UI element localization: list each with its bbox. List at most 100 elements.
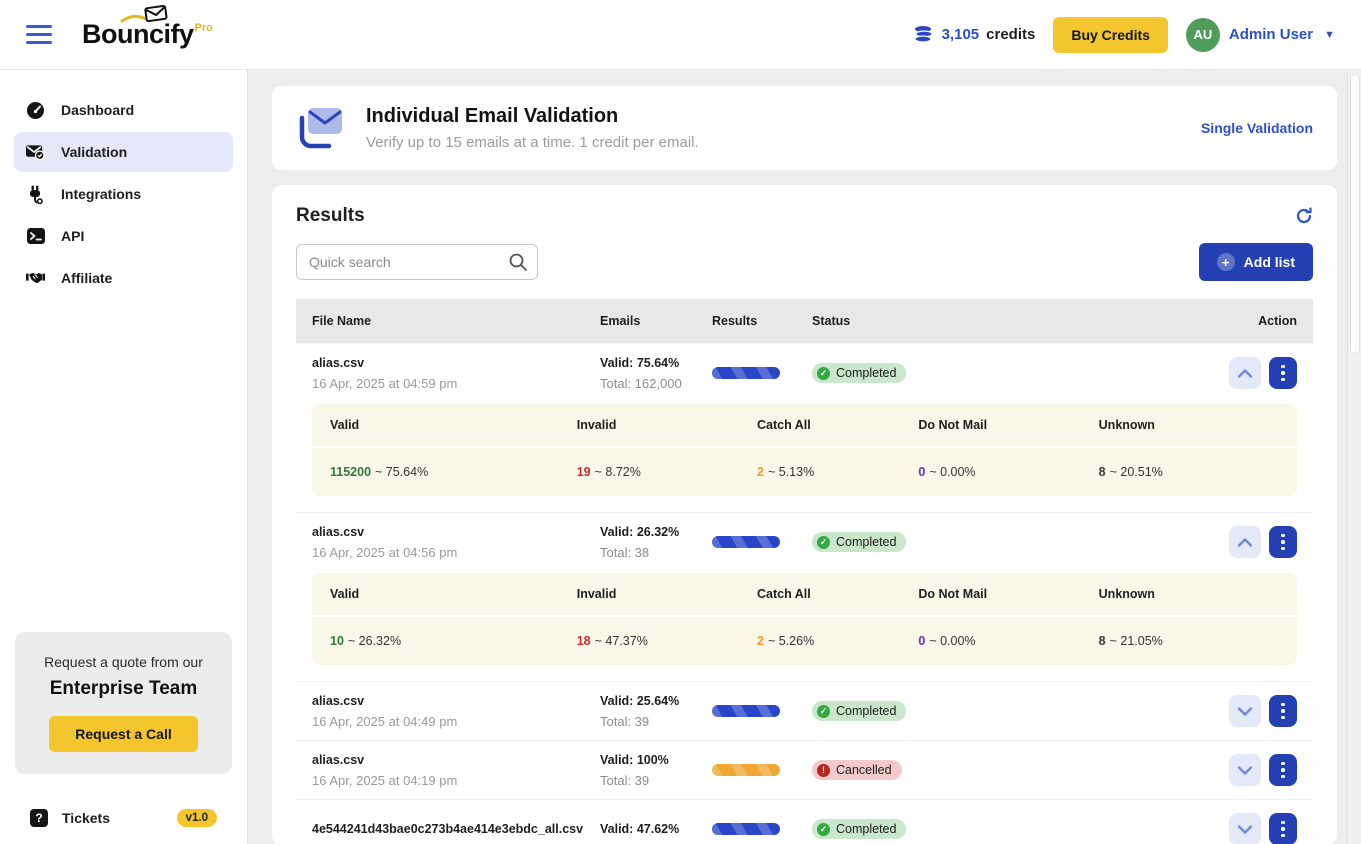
app-logo[interactable]: Bouncify Pro bbox=[82, 19, 213, 50]
dashboard-icon bbox=[26, 101, 45, 120]
file-date: 16 Apr, 2025 at 04:19 pm bbox=[312, 773, 600, 788]
page-subtitle: Verify up to 15 emails at a time. 1 cred… bbox=[366, 134, 699, 151]
mail-check-icon bbox=[26, 143, 45, 162]
progress-bar bbox=[712, 705, 780, 717]
version-badge: v1.0 bbox=[177, 809, 217, 827]
detail-col-catch-all: Catch All bbox=[757, 418, 918, 432]
valid-percent: Valid: 47.62% bbox=[600, 822, 712, 836]
collapse-row-button[interactable] bbox=[1229, 357, 1261, 389]
top-header: Bouncify Pro 3,105 credits Buy Credits A… bbox=[0, 0, 1361, 70]
detail-col-unknown: Unknown bbox=[1099, 587, 1279, 601]
col-action: Action bbox=[1205, 314, 1297, 328]
row-details: Valid Invalid Catch All Do Not Mail Unkn… bbox=[312, 573, 1297, 665]
file-name: alias.csv bbox=[312, 525, 600, 539]
sidebar-item-label: Validation bbox=[61, 144, 127, 160]
results-title: Results bbox=[296, 205, 365, 227]
detail-col-valid: Valid bbox=[330, 587, 577, 601]
valid-value: 10~ 26.32% bbox=[330, 634, 577, 648]
search-input[interactable] bbox=[296, 244, 538, 280]
add-list-button[interactable]: + Add list bbox=[1199, 243, 1313, 281]
status-badge: !Cancelled bbox=[812, 760, 902, 780]
page-title: Individual Email Validation bbox=[366, 105, 699, 128]
total-count: Total: 162,000 bbox=[600, 376, 712, 391]
progress-bar bbox=[712, 536, 780, 548]
expand-row-button[interactable] bbox=[1229, 695, 1261, 727]
sidebar-item-affiliate[interactable]: Affiliate bbox=[14, 258, 233, 298]
sidebar-item-dashboard[interactable]: Dashboard bbox=[14, 90, 233, 130]
detail-col-catch-all: Catch All bbox=[757, 587, 918, 601]
col-emails: Emails bbox=[600, 314, 712, 328]
catch-all-value: 2~ 5.26% bbox=[757, 634, 918, 648]
collapse-row-button[interactable] bbox=[1229, 526, 1261, 558]
table-row: alias.csv 16 Apr, 2025 at 04:56 pm Valid… bbox=[296, 512, 1313, 571]
credits-display: 3,105 credits bbox=[913, 25, 1036, 45]
buy-credits-button[interactable]: Buy Credits bbox=[1053, 17, 1168, 53]
total-count: Total: 39 bbox=[600, 714, 712, 729]
catch-all-value: 2~ 5.13% bbox=[757, 465, 918, 479]
enterprise-line1: Request a quote from our bbox=[25, 654, 222, 670]
col-results: Results bbox=[712, 314, 812, 328]
request-call-button[interactable]: Request a Call bbox=[49, 716, 197, 752]
sidebar: Dashboard Validation Integrations API Af… bbox=[0, 70, 248, 844]
coins-icon bbox=[913, 25, 935, 45]
file-date: 16 Apr, 2025 at 04:59 pm bbox=[312, 376, 600, 391]
user-menu[interactable]: AU Admin User ▼ bbox=[1186, 18, 1335, 52]
expand-row-button[interactable] bbox=[1229, 754, 1261, 786]
file-date: 16 Apr, 2025 at 04:49 pm bbox=[312, 714, 600, 729]
table-row: 4e544241d43bae0c273b4ae414e3ebdc_all.csv… bbox=[296, 799, 1313, 844]
col-status: Status bbox=[812, 314, 1205, 328]
avatar: AU bbox=[1186, 18, 1220, 52]
sidebar-item-api[interactable]: API bbox=[14, 216, 233, 256]
row-menu-button[interactable] bbox=[1269, 526, 1297, 558]
enterprise-line2: Enterprise Team bbox=[25, 678, 222, 700]
sidebar-item-label: API bbox=[61, 228, 84, 244]
valid-percent: Valid: 100% bbox=[600, 753, 712, 767]
file-name: alias.csv bbox=[312, 753, 600, 767]
results-table: File Name Emails Results Status Action a… bbox=[296, 299, 1313, 844]
progress-bar bbox=[712, 823, 780, 835]
sidebar-item-validation[interactable]: Validation bbox=[14, 132, 233, 172]
sidebar-item-label: Affiliate bbox=[61, 270, 112, 286]
unknown-value: 8~ 21.05% bbox=[1099, 634, 1279, 648]
detail-col-do-not-mail: Do Not Mail bbox=[918, 587, 1098, 601]
col-file-name: File Name bbox=[312, 314, 600, 328]
sidebar-item-label: Integrations bbox=[61, 186, 141, 202]
status-badge: ✓Completed bbox=[812, 532, 906, 552]
total-count: Total: 38 bbox=[600, 545, 712, 560]
table-row: alias.csv 16 Apr, 2025 at 04:49 pm Valid… bbox=[296, 681, 1313, 740]
single-validation-link[interactable]: Single Validation bbox=[1201, 120, 1313, 136]
check-circle-icon: ✓ bbox=[817, 536, 830, 549]
menu-toggle-icon[interactable] bbox=[26, 25, 52, 44]
refresh-icon[interactable] bbox=[1295, 207, 1313, 225]
table-row: alias.csv 16 Apr, 2025 at 04:19 pm Valid… bbox=[296, 740, 1313, 799]
check-circle-icon: ✓ bbox=[817, 367, 830, 380]
logo-envelope-icon bbox=[120, 5, 174, 32]
help-icon: ? bbox=[30, 809, 48, 827]
scrollbar-thumb[interactable] bbox=[1350, 74, 1360, 354]
sidebar-item-integrations[interactable]: Integrations bbox=[14, 174, 233, 214]
main-content: Individual Email Validation Verify up to… bbox=[248, 70, 1347, 844]
scrollbar[interactable] bbox=[1347, 70, 1361, 844]
unknown-value: 8~ 20.51% bbox=[1099, 465, 1279, 479]
tickets-link[interactable]: ? Tickets v1.0 bbox=[0, 792, 247, 844]
credits-label: credits bbox=[986, 26, 1035, 43]
file-name: alias.csv bbox=[312, 694, 600, 708]
row-menu-button[interactable] bbox=[1269, 357, 1297, 389]
detail-col-invalid: Invalid bbox=[577, 418, 757, 432]
valid-percent: Valid: 75.64% bbox=[600, 356, 712, 370]
detail-col-do-not-mail: Do Not Mail bbox=[918, 418, 1098, 432]
do-not-mail-value: 0~ 0.00% bbox=[918, 465, 1098, 479]
total-count: Total: 39 bbox=[600, 773, 712, 788]
check-circle-icon: ✓ bbox=[817, 823, 830, 836]
row-menu-button[interactable] bbox=[1269, 754, 1297, 786]
invalid-value: 19~ 8.72% bbox=[577, 465, 757, 479]
check-circle-icon: ✓ bbox=[817, 705, 830, 718]
table-row: alias.csv 16 Apr, 2025 at 04:59 pm Valid… bbox=[296, 343, 1313, 402]
row-menu-button[interactable] bbox=[1269, 813, 1297, 844]
chevron-down-icon[interactable]: ▼ bbox=[1324, 29, 1335, 41]
valid-value: 115200~ 75.64% bbox=[330, 465, 577, 479]
row-menu-button[interactable] bbox=[1269, 695, 1297, 727]
progress-bar bbox=[712, 764, 780, 776]
invalid-value: 18~ 47.37% bbox=[577, 634, 757, 648]
expand-row-button[interactable] bbox=[1229, 813, 1261, 844]
